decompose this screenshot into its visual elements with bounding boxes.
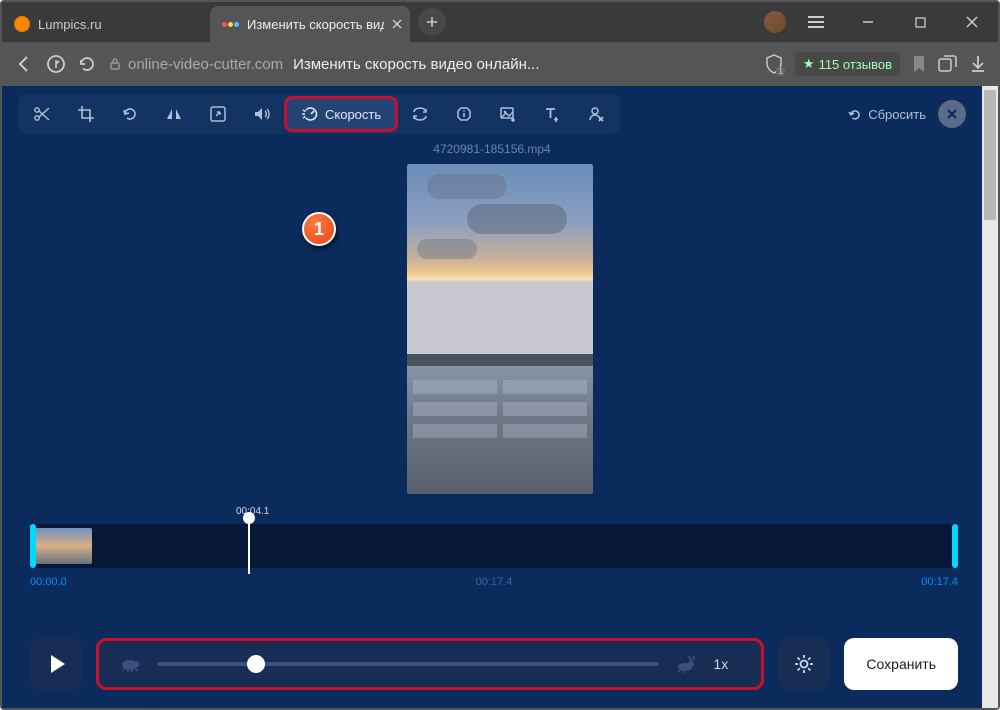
shield-icon[interactable]: 1 [765, 54, 783, 74]
maximize-button[interactable] [898, 6, 942, 38]
yandex-icon[interactable] [46, 54, 66, 74]
tool-group: Скорость [18, 94, 620, 134]
close-icon[interactable] [392, 19, 402, 29]
save-label: Сохранить [866, 656, 936, 672]
time-end: 00:17.4 [921, 576, 958, 588]
time-mid: 00:17.4 [476, 576, 513, 588]
close-window-button[interactable] [950, 6, 994, 38]
timeline-area: 00:04.1 00:00.0 00:17.4 00:17.4 [30, 524, 958, 588]
flip-tool[interactable] [152, 96, 196, 132]
download-icon[interactable] [970, 55, 986, 73]
favicon-lumpics [14, 16, 30, 32]
lock-icon [108, 57, 122, 71]
tab-active[interactable]: Изменить скорость вид [210, 6, 410, 42]
cut-tool[interactable] [20, 96, 64, 132]
tab-label: Lumpics.ru [38, 17, 102, 32]
speed-value: 1x [713, 656, 741, 672]
add-image-tool[interactable] [486, 96, 530, 132]
app-content: Скорость Сбросить 4720981-185156.mp4 [2, 86, 998, 708]
reviews-badge[interactable]: ★ 115 отзывов [795, 52, 900, 76]
video-preview[interactable] [407, 164, 593, 494]
settings-button[interactable] [778, 638, 830, 690]
reviews-text: 115 отзывов [819, 57, 892, 72]
tab-label: Изменить скорость вид [247, 17, 384, 32]
url-title: Изменить скорость видео онлайн... [293, 56, 539, 73]
time-start: 00:00.0 [30, 576, 67, 588]
scroll-thumb[interactable] [984, 90, 996, 220]
reset-button[interactable]: Сбросить [847, 107, 926, 122]
reset-label: Сбросить [868, 107, 926, 122]
scrollbar[interactable] [982, 86, 998, 708]
callout-1: 1 [302, 212, 336, 246]
reload-button[interactable] [78, 55, 96, 73]
browser-window: Lumpics.ru Изменить скорость вид [0, 0, 1000, 710]
volume-tool[interactable] [240, 96, 284, 132]
url-field[interactable]: online-video-cutter.com Изменить скорост… [108, 56, 753, 73]
editor-toolbar: Скорость Сбросить [2, 94, 982, 134]
add-text-tool[interactable] [530, 96, 574, 132]
close-button[interactable] [938, 100, 966, 128]
bottom-bar: 1x Сохранить [30, 638, 958, 690]
filename-label: 4720981-185156.mp4 [2, 142, 982, 156]
resize-tool[interactable] [196, 96, 240, 132]
menu-icon[interactable] [794, 6, 838, 38]
new-tab-button[interactable] [418, 8, 446, 36]
remove-logo-tool[interactable] [574, 96, 618, 132]
rabbit-icon [675, 655, 697, 673]
timeline[interactable] [30, 524, 958, 568]
favicon-active [222, 22, 239, 27]
tab-lumpics[interactable]: Lumpics.ru [2, 6, 210, 42]
back-button[interactable] [14, 54, 34, 74]
play-icon [51, 655, 65, 673]
gear-icon [793, 653, 815, 675]
url-domain: online-video-cutter.com [128, 56, 283, 73]
playhead[interactable] [248, 518, 250, 574]
star-icon: ★ [803, 56, 815, 72]
speed-icon [301, 105, 319, 123]
speed-label: Скорость [325, 107, 381, 122]
speed-slider[interactable] [157, 662, 659, 666]
collections-icon[interactable] [938, 55, 958, 73]
play-button[interactable] [30, 638, 82, 690]
bookmark-icon[interactable] [912, 55, 926, 73]
avatar[interactable] [764, 11, 786, 33]
trim-handle-left[interactable] [30, 524, 36, 568]
trim-handle-right[interactable] [952, 524, 958, 568]
timeline-thumbnail [34, 528, 92, 564]
slider-knob[interactable] [247, 655, 265, 673]
crop-tool[interactable] [64, 96, 108, 132]
titlebar: Lumpics.ru Изменить скорость вид [2, 2, 998, 42]
loop-tool[interactable] [398, 96, 442, 132]
undo-icon [847, 107, 862, 122]
speed-tool[interactable]: Скорость [284, 96, 398, 132]
minimize-button[interactable] [846, 6, 890, 38]
address-bar: online-video-cutter.com Изменить скорост… [2, 42, 998, 86]
turtle-icon [119, 656, 141, 672]
save-button[interactable]: Сохранить [844, 638, 958, 690]
stabilize-tool[interactable] [442, 96, 486, 132]
speed-panel: 1x [96, 638, 764, 690]
rotate-tool[interactable] [108, 96, 152, 132]
